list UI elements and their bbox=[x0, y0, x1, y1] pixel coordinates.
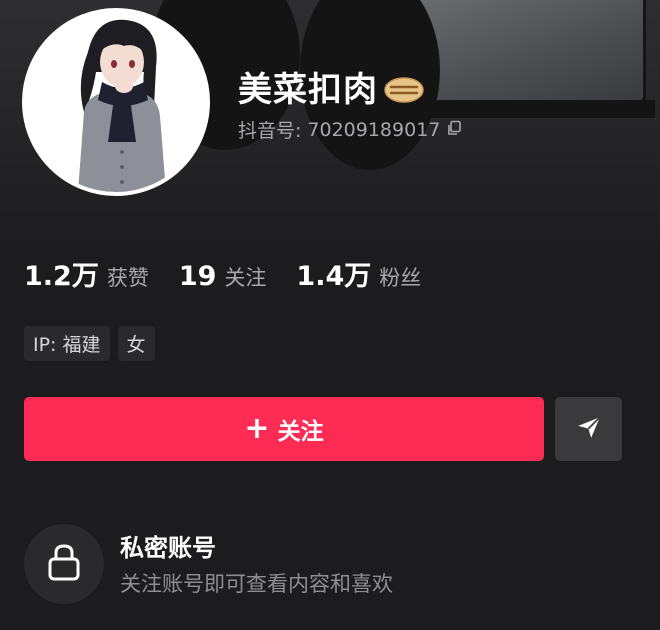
stat-likes[interactable]: 1.2万 获赞 bbox=[24, 254, 149, 293]
tag-gender: 女 bbox=[117, 326, 155, 361]
stat-likes-label: 获赞 bbox=[106, 266, 149, 290]
stat-following-label: 关注 bbox=[224, 266, 267, 290]
send-arrow-icon bbox=[576, 414, 602, 444]
background-window bbox=[405, 0, 646, 103]
account-id-value: 70209189017 bbox=[307, 118, 441, 141]
avatar-illustration bbox=[26, 12, 206, 192]
copy-icon[interactable] bbox=[446, 119, 462, 141]
account-id: 抖音号: 70209189017 bbox=[238, 116, 462, 143]
stat-likes-value: 1.2万 bbox=[24, 261, 99, 292]
private-account-icon-wrap bbox=[24, 524, 104, 604]
avatar[interactable] bbox=[22, 8, 210, 196]
stat-followers-label: 粉丝 bbox=[379, 266, 422, 290]
stats-row: 1.2万 获赞 19 关注 1.4万 粉丝 bbox=[24, 254, 451, 293]
stat-followers-value: 1.4万 bbox=[296, 261, 372, 292]
lock-icon bbox=[47, 543, 81, 585]
private-account-description: 关注账号即可查看内容和喜欢 bbox=[120, 572, 393, 596]
account-id-label: 抖音号: bbox=[238, 120, 302, 142]
username: 美菜扣肉 bbox=[238, 62, 424, 112]
tag-ip-location: IP: 福建 bbox=[24, 326, 110, 361]
stat-following[interactable]: 19 关注 bbox=[179, 261, 267, 292]
follow-button[interactable]: + 关注 bbox=[24, 397, 544, 461]
profile-tags: IP: 福建 女 bbox=[24, 326, 155, 361]
stat-following-value: 19 bbox=[178, 261, 217, 292]
burger-badge-icon bbox=[384, 72, 424, 112]
share-button[interactable] bbox=[555, 397, 622, 461]
stat-followers[interactable]: 1.4万 粉丝 bbox=[296, 254, 421, 293]
private-account-title: 私密账号 bbox=[120, 534, 216, 562]
username-text: 美菜扣肉 bbox=[238, 70, 378, 110]
follow-button-label: 关注 bbox=[277, 419, 324, 445]
plus-icon: + bbox=[244, 411, 270, 446]
